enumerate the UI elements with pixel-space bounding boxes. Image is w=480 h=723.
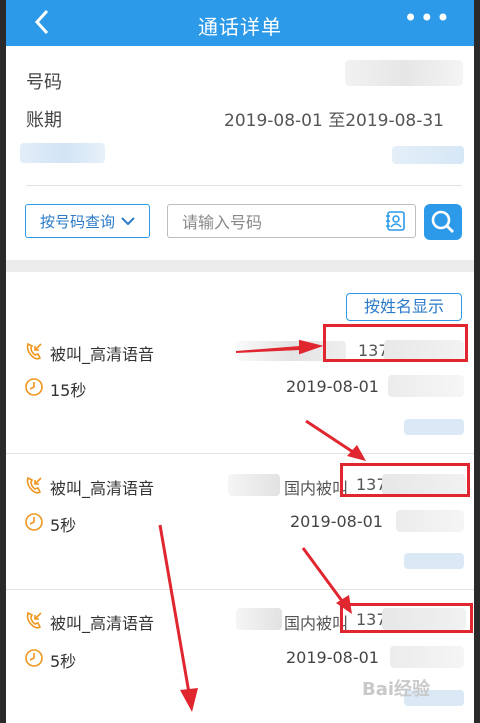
search-button[interactable]: [424, 204, 462, 240]
contact-book-icon[interactable]: [385, 210, 407, 232]
search-icon: [431, 210, 454, 233]
search-input[interactable]: [180, 211, 374, 233]
blurred-info-left: [20, 143, 105, 163]
divider: [6, 589, 474, 590]
search-field[interactable]: [167, 204, 416, 238]
blurred-info-right: [392, 146, 464, 164]
call-date: 2019-08-01: [286, 377, 379, 396]
call-duration: 15秒: [50, 381, 87, 400]
incoming-call-icon: [26, 342, 42, 360]
clock-icon: [25, 513, 43, 531]
blurred-fee: [404, 553, 464, 569]
arrow-to-number-3-shaft: [301, 547, 347, 606]
call-type: 被叫_高清语音: [50, 479, 155, 498]
blurred-time: [396, 510, 464, 532]
divider: [26, 185, 462, 186]
arrow-down-shaft: [158, 524, 191, 694]
left-edge: [0, 0, 6, 723]
clock-icon: [25, 649, 43, 667]
query-mode-label: 按号码查询: [39, 212, 115, 231]
call-place: 国内被叫: [284, 479, 349, 498]
call-duration: 5秒: [50, 652, 77, 671]
call-type: 被叫_高清语音: [50, 614, 155, 633]
blurred-number: [345, 60, 463, 86]
period-label: 账期: [26, 110, 62, 131]
highlight-box: [323, 324, 468, 362]
blurred-location: [236, 608, 282, 630]
blurred-location: [228, 474, 280, 496]
blurred-time: [390, 646, 464, 668]
show-by-name-button[interactable]: 按姓名显示: [346, 293, 462, 321]
highlight-box: [340, 463, 470, 497]
right-edge: [474, 0, 480, 723]
blurred-time: [388, 375, 464, 397]
arrow-down-head: [180, 688, 198, 712]
call-place: 国内被叫: [284, 614, 349, 633]
arrow-to-number-2-shaft: [305, 419, 357, 456]
incoming-call-icon: [26, 476, 42, 494]
call-date: 2019-08-01: [290, 512, 383, 531]
period-value: 2019-08-01 至2019-08-31: [224, 111, 444, 131]
section-gap: [6, 260, 474, 272]
highlight-box: [340, 603, 473, 633]
call-date: 2019-08-01: [286, 648, 379, 667]
clock-icon: [25, 378, 43, 396]
query-mode-dropdown[interactable]: 按号码查询: [25, 204, 150, 238]
blurred-fee: [404, 419, 464, 435]
watermark: Bai经验: [362, 679, 431, 700]
chevron-down-icon: [121, 217, 135, 226]
more-menu-button[interactable]: •••: [404, 4, 452, 32]
number-label: 号码: [26, 72, 62, 93]
call-type: 被叫_高清语音: [50, 345, 155, 364]
call-duration: 5秒: [50, 516, 77, 535]
incoming-call-icon: [26, 611, 42, 629]
app-header: 通话详单 •••: [6, 0, 474, 46]
divider: [6, 453, 474, 454]
